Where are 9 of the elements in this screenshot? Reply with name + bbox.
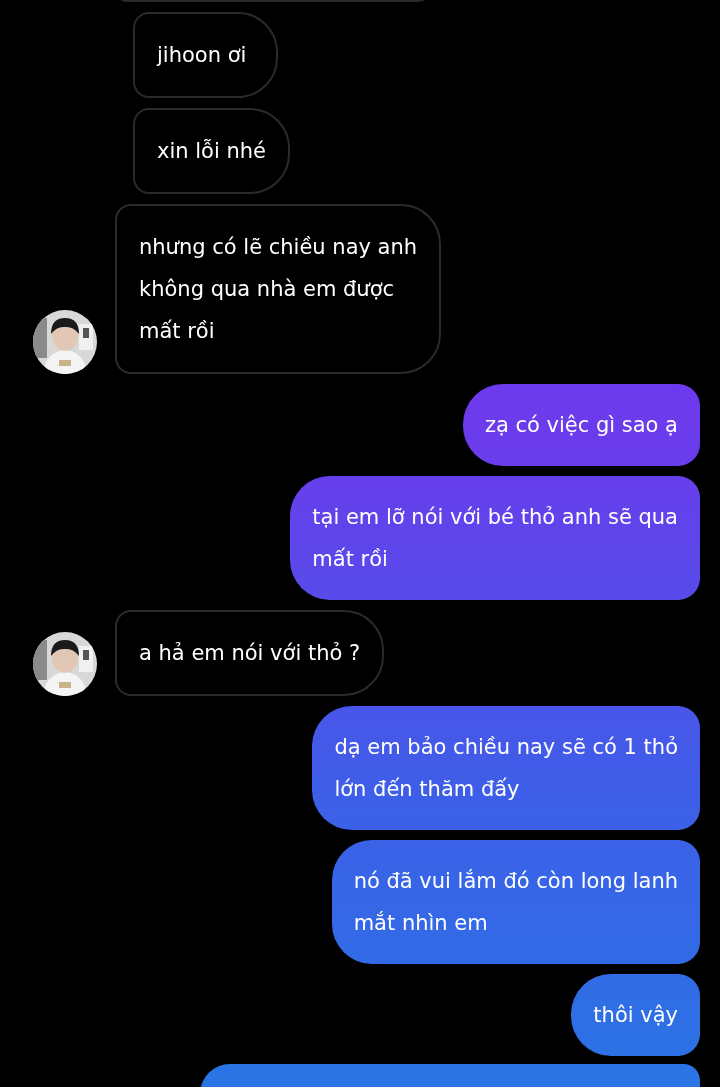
message-bubble: thôi vậy [571, 974, 700, 1056]
message-bubble: zạ có việc gì sao ạ [462, 384, 700, 466]
message-bubble: jihoon ơi [133, 12, 278, 98]
message-bubble: a hả em nói với thỏ ? [115, 610, 385, 696]
message-bubble: dạ em bảo chiều nay sẽ có 1 thỏ lớn đến thăm đấy [312, 706, 700, 830]
message-bubble: tại em lỡ nói với bé thỏ anh sẽ qua mất rồi [290, 476, 700, 600]
message-bubble: nó đã vui lắm đó còn long lanh mắt nhìn em [331, 840, 700, 964]
message-bubble: xin lỗi nhé [133, 108, 290, 194]
message-bubble: nhưng có lẽ chiều nay anh không qua nhà em được mất rồi [115, 204, 442, 374]
